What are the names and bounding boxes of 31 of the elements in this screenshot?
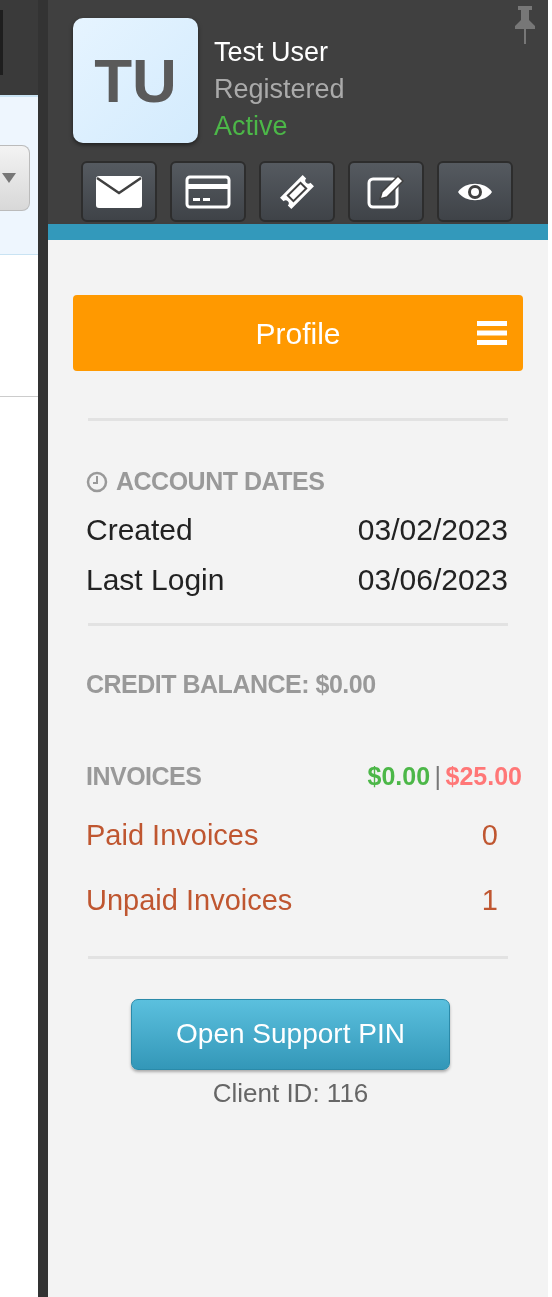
- edit-icon: [366, 172, 406, 211]
- date-value: 03/02/2023: [357, 511, 508, 548]
- dropdown-button[interactable]: [0, 145, 30, 211]
- view-button[interactable]: [437, 161, 513, 222]
- date-label: Created: [86, 511, 193, 548]
- ticket-button[interactable]: [259, 161, 335, 222]
- date-label: Last Login: [86, 561, 225, 598]
- envelope-icon: [95, 174, 143, 209]
- menu-icon: [477, 321, 507, 345]
- avatar: TU: [73, 18, 198, 143]
- caret-icon: [2, 173, 16, 183]
- support-pin-button[interactable]: Open Support PIN: [131, 998, 450, 1070]
- clock-icon: [86, 470, 108, 493]
- user-role: Registered: [214, 73, 345, 106]
- email-button[interactable]: [81, 161, 157, 222]
- section-heading: INVOICES: [86, 761, 202, 792]
- invoice-totals: $0.00 | $25.00: [367, 761, 522, 792]
- profile-menu-bar[interactable]: Profile: [73, 295, 523, 371]
- invoice-link[interactable]: Paid Invoices: [86, 814, 259, 858]
- invoice-link[interactable]: Unpaid Invoices: [86, 879, 293, 923]
- card-button[interactable]: [170, 161, 246, 222]
- date-value: 03/06/2023: [357, 561, 508, 598]
- credit-card-icon: [185, 174, 231, 209]
- invoice-count: 1: [481, 883, 499, 919]
- user-name: Test User: [214, 36, 330, 69]
- client-id: Client ID: 116: [211, 1076, 370, 1110]
- edit-button[interactable]: [348, 161, 424, 222]
- invoice-count: 0: [481, 818, 499, 854]
- section-heading: ACCOUNT DATES: [116, 466, 325, 497]
- credit-balance: CREDIT BALANCE: $0.00: [86, 668, 377, 700]
- user-status: Active: [214, 110, 289, 143]
